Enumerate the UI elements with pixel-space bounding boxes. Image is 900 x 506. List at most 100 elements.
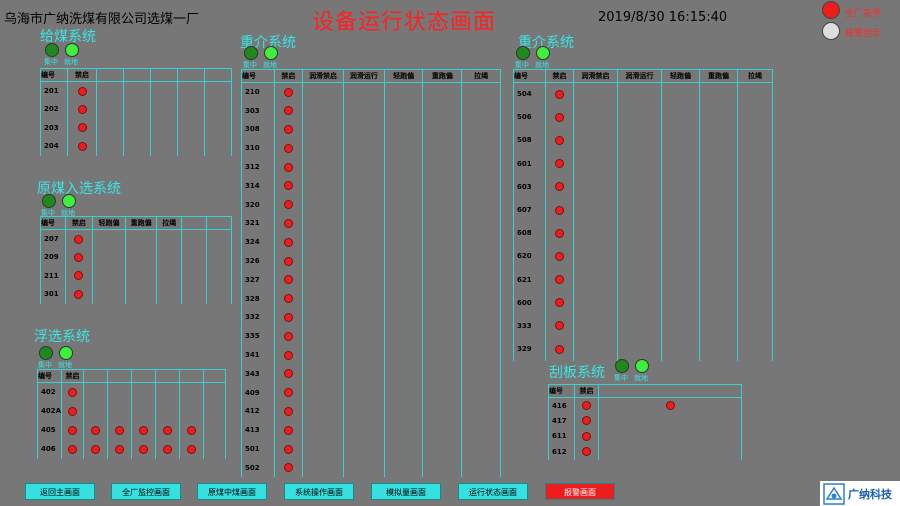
run-status-button[interactable]: 运行状态画面: [458, 483, 528, 500]
analog-button[interactable]: 模拟量画面: [371, 483, 441, 500]
table-row: 209: [40, 248, 232, 267]
column-header: 禁启: [61, 369, 84, 383]
status-cell: [383, 289, 424, 309]
dm2-local-led: [536, 46, 550, 60]
status-cell: [342, 458, 385, 478]
equipment-id: 603: [513, 175, 546, 199]
status-dot-icon: [283, 444, 293, 454]
status-cell: [461, 420, 501, 440]
dm1-local-led: [264, 46, 278, 60]
status-cell: [574, 397, 599, 413]
status-cell: [302, 138, 344, 158]
status-cell: [699, 152, 738, 176]
status-cell: [342, 101, 385, 121]
status-cell: [181, 285, 208, 304]
status-dot-icon: [283, 425, 293, 435]
alarm-screen-button[interactable]: 报警画面: [545, 483, 615, 500]
status-cell: [342, 364, 385, 384]
status-cell: [273, 364, 304, 384]
status-cell: [617, 291, 662, 315]
return-main-button[interactable]: 返回主画面: [25, 483, 95, 500]
table-row: 608: [513, 221, 773, 245]
status-cell: [545, 268, 574, 292]
raw-middling-button[interactable]: 原煤中煤画面: [197, 483, 267, 500]
equipment-id: 413: [241, 420, 275, 440]
status-cell: [203, 420, 226, 440]
status-cell: [545, 244, 574, 268]
status-cell: [302, 383, 344, 403]
status-cell: [302, 402, 344, 421]
table-header-row: 编号 禁启 润滑禁启 润滑运行 轻跑偏 重跑偏 拉绳: [513, 69, 773, 83]
status-cell: [573, 152, 618, 176]
equipment-id: 341: [241, 345, 275, 365]
status-cell: [342, 345, 385, 365]
status-cell: [342, 157, 385, 177]
equipment-id: 412: [241, 402, 275, 421]
status-cell: [617, 337, 662, 361]
status-cell: [699, 82, 738, 106]
column-header: 润滑运行: [342, 69, 385, 83]
status-cell: [383, 138, 424, 158]
status-cell: [617, 128, 662, 153]
status-cell: [342, 232, 385, 252]
company-name: 乌海市广纳洗煤有限公司选煤一厂: [4, 12, 200, 27]
table-row: 402: [37, 382, 226, 402]
status-cell: [83, 401, 108, 421]
status-cell: [150, 118, 179, 137]
status-cell: [422, 138, 463, 158]
table-row: 612: [548, 444, 742, 460]
table-row: 332: [241, 308, 501, 327]
status-dot-icon: [555, 228, 564, 238]
status-dot-icon: [77, 141, 87, 151]
flot-central-led: [39, 346, 53, 360]
status-dot-icon: [283, 237, 293, 247]
status-dot-icon: [283, 256, 293, 266]
status-cell: [342, 176, 385, 196]
status-cell: [203, 439, 226, 459]
status-cell: [422, 345, 463, 365]
status-cell: [273, 157, 304, 177]
status-cell: [61, 420, 84, 440]
system-operation-button[interactable]: 系统操作画面: [284, 483, 354, 500]
status-cell: [177, 118, 205, 137]
status-cell: [273, 138, 304, 158]
status-cell: [273, 214, 304, 233]
status-dot-icon: [283, 331, 293, 341]
alarm-indicator: [822, 22, 840, 40]
column-header: 禁启: [273, 69, 304, 83]
plant-monitor-button[interactable]: 全厂监控画面: [111, 483, 181, 500]
equipment-id: 326: [241, 251, 275, 271]
table-row: 314: [241, 176, 501, 196]
table-row: 310: [241, 138, 501, 158]
table-row: 406: [37, 439, 226, 459]
status-cell: [661, 175, 700, 199]
equipment-id: 321: [241, 214, 275, 233]
status-cell: [64, 229, 93, 248]
status-cell: [661, 82, 700, 106]
equipment-id: 332: [241, 308, 275, 327]
status-dot-icon: [555, 182, 564, 192]
column-header: 重跑偏: [422, 69, 463, 83]
status-cell: [61, 401, 84, 421]
status-dot-icon: [582, 416, 591, 426]
status-cell: [273, 383, 304, 403]
status-cell: [342, 308, 385, 327]
status-dot-icon: [74, 252, 84, 262]
status-cell: [203, 81, 233, 100]
equipment-id: 600: [513, 291, 546, 315]
table-row: 320: [241, 195, 501, 215]
status-cell: [383, 120, 424, 139]
status-cell: [150, 81, 179, 100]
status-dot-icon: [555, 205, 564, 215]
status-cell: [617, 268, 662, 292]
status-cell: [461, 232, 501, 252]
status-cell: [422, 270, 463, 290]
status-cell: [155, 382, 180, 402]
status-cell: [342, 251, 385, 271]
column-header: 编号: [37, 369, 62, 383]
status-cell: [617, 105, 662, 129]
status-dot-icon: [283, 181, 293, 191]
equipment-id: 621: [513, 268, 546, 292]
dm1-central-led: [244, 46, 258, 60]
table-header-row: 编号 禁启 轻跑偏 重跑偏 拉绳: [40, 216, 232, 230]
